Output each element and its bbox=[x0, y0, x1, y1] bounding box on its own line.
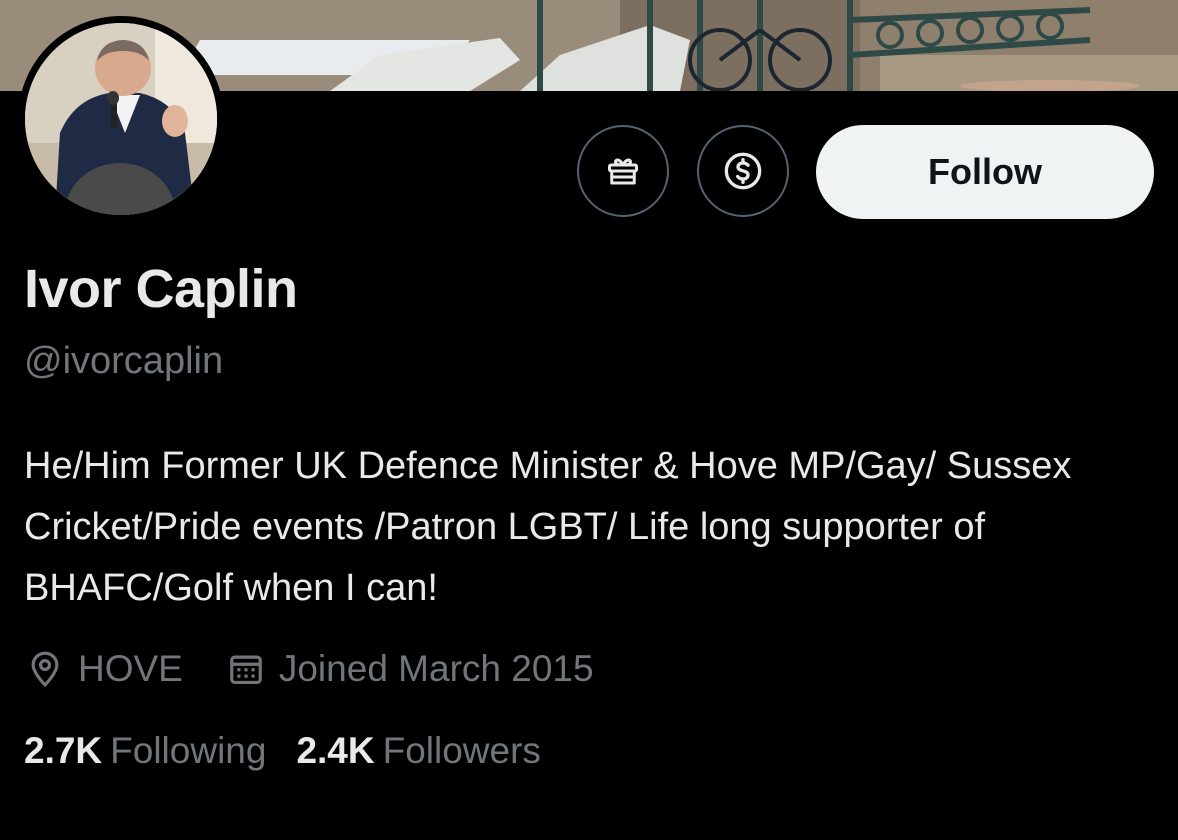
following-link[interactable]: 2.7K Following bbox=[24, 730, 266, 772]
dollar-circle-icon bbox=[724, 152, 762, 190]
calendar-icon bbox=[230, 655, 262, 685]
profile-name: Ivor Caplin bbox=[24, 259, 298, 319]
avatar-photo bbox=[25, 23, 217, 215]
profile-stats: 2.7K Following 2.4K Followers bbox=[24, 730, 571, 772]
follow-button[interactable]: Follow bbox=[816, 125, 1154, 219]
gift-icon bbox=[608, 158, 638, 185]
joined-item: Joined March 2015 bbox=[227, 648, 594, 690]
profile-avatar[interactable] bbox=[18, 16, 224, 222]
profile-handle: @ivorcaplin bbox=[24, 340, 224, 382]
location-pin-icon bbox=[31, 651, 59, 688]
following-label: Following bbox=[110, 730, 267, 771]
followers-link[interactable]: 2.4K Followers bbox=[296, 730, 540, 772]
followers-count: 2.4K bbox=[296, 730, 375, 771]
tip-button[interactable] bbox=[697, 125, 789, 217]
followers-label: Followers bbox=[382, 730, 541, 771]
location-text: HOVE bbox=[78, 648, 183, 689]
profile-meta: HOVE Joined March 2015 bbox=[26, 644, 638, 694]
profile-bio: He/Him Former UK Defence Minister & Hove… bbox=[24, 445, 1072, 609]
following-count: 2.7K bbox=[24, 730, 103, 771]
gift-button[interactable] bbox=[577, 125, 669, 217]
joined-text: Joined March 2015 bbox=[278, 648, 594, 689]
location-item: HOVE bbox=[26, 648, 183, 690]
